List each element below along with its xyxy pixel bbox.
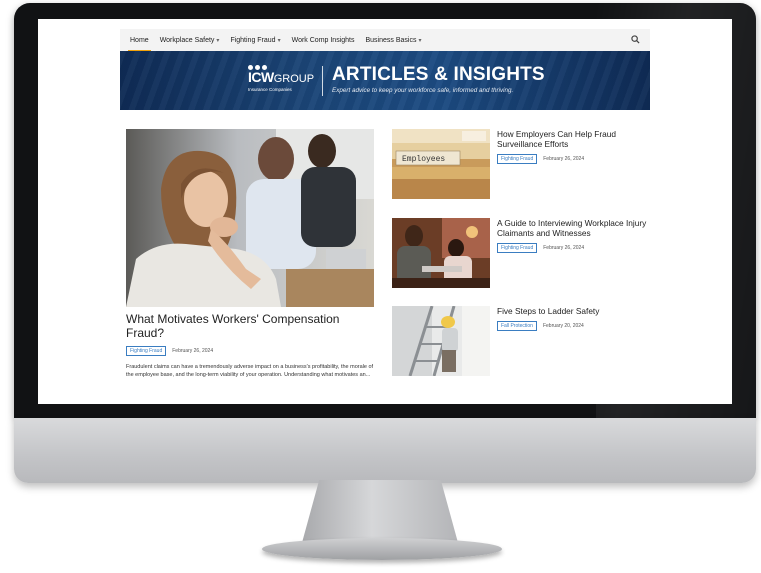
featured-article: What Motivates Workers' Compensation Fra… bbox=[126, 129, 374, 379]
nav-label: Home bbox=[130, 36, 149, 44]
nav-label: Fighting Fraud bbox=[230, 36, 276, 44]
search-icon[interactable] bbox=[631, 35, 640, 44]
nav-label: Business Basics bbox=[365, 36, 417, 44]
nav-item-workplace-safety[interactable]: Workplace Safety ▾ bbox=[160, 37, 220, 44]
nav-label: Work Comp Insights bbox=[291, 36, 355, 44]
web-page: Home Workplace Safety ▾ Fighting Fraud ▾… bbox=[120, 29, 650, 110]
nav-item-fighting-fraud[interactable]: Fighting Fraud ▾ bbox=[230, 37, 280, 44]
article-card: Five Steps to Ladder Safety Fall Protect… bbox=[392, 306, 650, 376]
nav-item-home[interactable]: Home bbox=[128, 36, 151, 52]
article-image[interactable]: Employees bbox=[392, 129, 490, 199]
company-logo[interactable]: ICWGROUP Insurance Companies bbox=[248, 65, 314, 95]
nav-item-work-comp-insights[interactable]: Work Comp Insights bbox=[292, 37, 355, 44]
article-title[interactable]: Five Steps to Ladder Safety bbox=[497, 306, 647, 316]
monitor-chin bbox=[14, 418, 756, 483]
category-tag[interactable]: Fall Protection bbox=[497, 321, 537, 331]
featured-article-excerpt: Fraudulent claims can have a tremendousl… bbox=[126, 364, 374, 378]
chevron-down-icon: ▾ bbox=[418, 37, 422, 44]
category-tag[interactable]: Fighting Fraud bbox=[497, 243, 538, 253]
article-title[interactable]: How Employers Can Help Fraud Surveillanc… bbox=[497, 129, 647, 149]
article-meta: Fighting Fraud February 26, 2024 bbox=[497, 154, 647, 164]
featured-article-image[interactable] bbox=[126, 129, 374, 307]
publish-date: February 20, 2024 bbox=[542, 323, 584, 329]
category-tag[interactable]: Fighting Fraud bbox=[126, 346, 167, 356]
article-meta: Fighting Fraud February 26, 2024 bbox=[126, 346, 374, 356]
logo-divider bbox=[322, 66, 323, 96]
article-title[interactable]: A Guide to Interviewing Workplace Injury… bbox=[497, 218, 647, 238]
chevron-down-icon: ▾ bbox=[216, 37, 220, 44]
featured-article-title[interactable]: What Motivates Workers' Compensation Fra… bbox=[126, 312, 374, 340]
top-nav: Home Workplace Safety ▾ Fighting Fraud ▾… bbox=[120, 29, 650, 52]
page-title: ARTICLES & INSIGHTS bbox=[332, 64, 545, 85]
page-subtitle: Expert advice to keep your workforce saf… bbox=[332, 87, 514, 94]
article-meta: Fall Protection February 20, 2024 bbox=[497, 321, 647, 331]
category-tag[interactable]: Fighting Fraud bbox=[497, 154, 538, 164]
nav-label: Workplace Safety bbox=[159, 36, 215, 44]
monitor-screen: Home Workplace Safety ▾ Fighting Fraud ▾… bbox=[38, 19, 732, 404]
article-card: A Guide to Interviewing Workplace Injury… bbox=[392, 218, 650, 288]
nav-item-business-basics[interactable]: Business Basics ▾ bbox=[365, 37, 421, 44]
chevron-down-icon: ▾ bbox=[277, 37, 281, 44]
publish-date: February 26, 2024 bbox=[172, 348, 214, 354]
article-image[interactable] bbox=[392, 306, 490, 376]
article-card: Employees How Employers Can Help Fraud S… bbox=[392, 129, 650, 199]
header-banner: ICWGROUP Insurance Companies ARTICLES & … bbox=[120, 51, 650, 110]
monitor-stand-base bbox=[262, 538, 502, 560]
file-tab-label: Employees bbox=[402, 155, 445, 164]
article-meta: Fighting Fraud February 26, 2024 bbox=[497, 243, 647, 253]
publish-date: February 26, 2024 bbox=[543, 245, 585, 251]
publish-date: February 26, 2024 bbox=[543, 156, 585, 162]
article-image[interactable] bbox=[392, 218, 490, 288]
